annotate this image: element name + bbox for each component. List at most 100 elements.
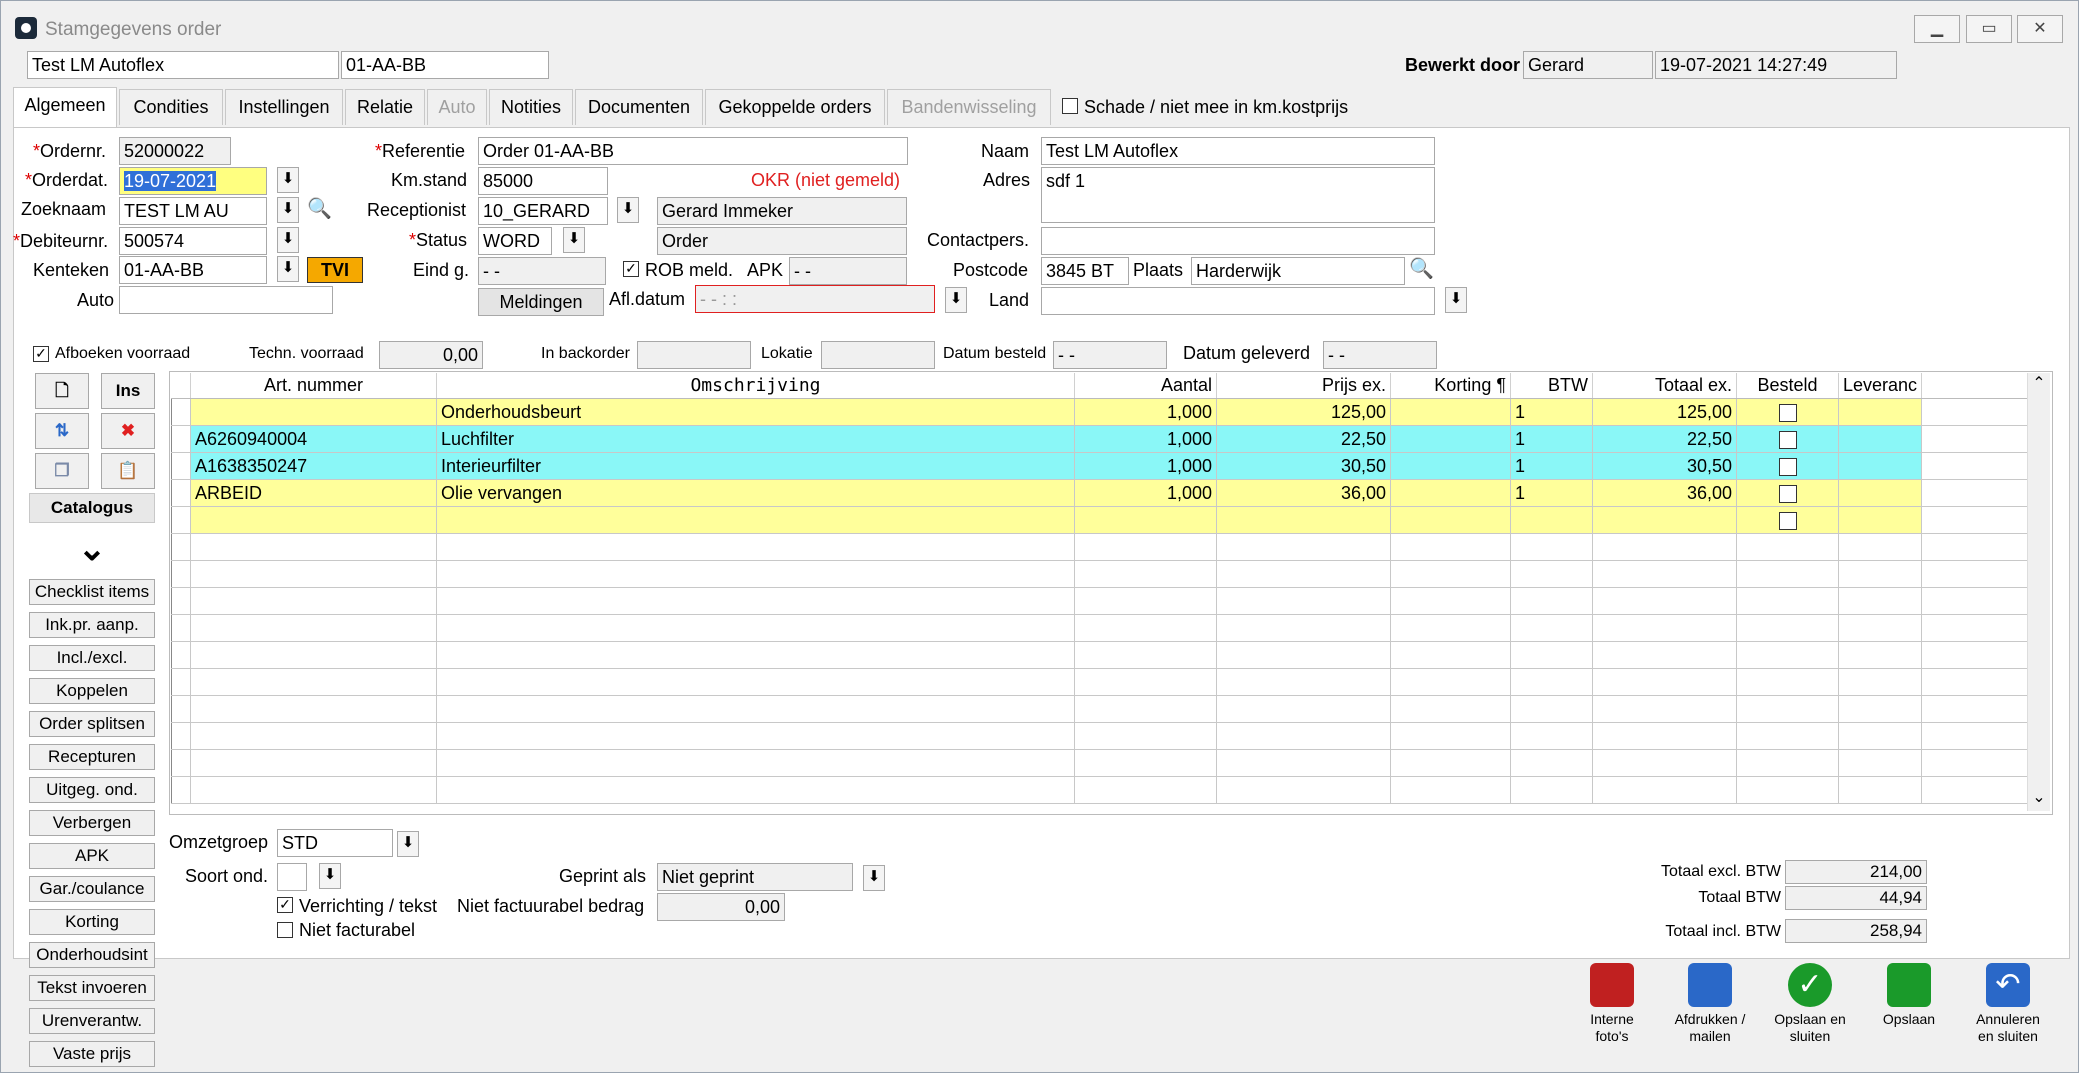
cell-korting[interactable] — [1390, 560, 1511, 588]
tvi-button[interactable]: TVI — [307, 257, 363, 283]
besteld-checkbox[interactable] — [1778, 403, 1797, 422]
cell-aantal[interactable] — [1074, 533, 1217, 561]
debiteurnr-field[interactable]: 500574 — [119, 227, 267, 255]
sidebar-button[interactable]: Ink.pr. aanp. — [29, 612, 155, 638]
sidebar-button[interactable]: Onderhoudsint — [29, 942, 155, 968]
cell-besteld[interactable] — [1736, 641, 1839, 669]
column-header[interactable]: Aantal — [1074, 373, 1217, 399]
table-row[interactable]: ARBEID Olie vervangen 1,000 36,00 1 36,00 — [171, 479, 2043, 507]
cell-besteld[interactable] — [1736, 479, 1839, 507]
cell-besteld[interactable] — [1736, 506, 1839, 534]
kmstand-field[interactable]: 85000 — [478, 167, 608, 195]
sidebar-button[interactable]: Koppelen — [29, 678, 155, 704]
column-header[interactable]: Omschrijving — [436, 373, 1075, 399]
cell-art[interactable] — [190, 722, 437, 750]
soort-field[interactable] — [277, 863, 307, 891]
cell-aantal[interactable] — [1074, 722, 1217, 750]
cell-totaal[interactable] — [1592, 722, 1737, 750]
table-row[interactable] — [171, 614, 2043, 642]
cell-art[interactable]: A6260940004 — [190, 425, 437, 453]
cell-besteld[interactable] — [1736, 722, 1839, 750]
cell-aantal[interactable] — [1074, 695, 1217, 723]
cell-btw[interactable] — [1510, 722, 1593, 750]
cell-leverancier[interactable] — [1838, 587, 1923, 615]
cell-btw[interactable] — [1510, 506, 1593, 534]
cell-leverancier[interactable] — [1838, 506, 1923, 534]
cell-art[interactable] — [190, 749, 437, 777]
plate-header-field[interactable]: 01-AA-BB — [341, 51, 549, 79]
grid-scrollbar[interactable]: ⌃ ⌄ — [2027, 373, 2050, 811]
cell-btw[interactable]: 1 — [1510, 425, 1593, 453]
cell-korting[interactable] — [1390, 749, 1511, 777]
delete-icon[interactable]: ✖ — [101, 413, 155, 449]
cell-aantal[interactable] — [1074, 506, 1217, 534]
cell-korting[interactable] — [1390, 425, 1511, 453]
cell-aantal[interactable] — [1074, 641, 1217, 669]
receptionist-dropdown-icon[interactable]: ⬇ — [617, 197, 639, 223]
tab-condities[interactable]: Condities — [119, 89, 223, 125]
omzetgroep-dropdown-icon[interactable]: ⬇ — [397, 831, 419, 857]
sort-icon[interactable]: ⇅ — [35, 413, 89, 449]
cell-aantal[interactable]: 1,000 — [1074, 452, 1217, 480]
tab-instellingen[interactable]: Instellingen — [225, 89, 343, 125]
cell-art[interactable] — [190, 506, 437, 534]
tab-gekoppelde-orders[interactable]: Gekoppelde orders — [705, 89, 885, 125]
cell-prijs[interactable] — [1216, 722, 1391, 750]
cell-totaal[interactable]: 22,50 — [1592, 425, 1737, 453]
table-row[interactable]: A1638350247 Interieurfilter 1,000 30,50 1 30,… — [171, 452, 2043, 480]
cell-korting[interactable] — [1390, 398, 1511, 426]
cell-btw[interactable] — [1510, 533, 1593, 561]
status-field[interactable]: WORD — [478, 227, 552, 255]
cell-besteld[interactable] — [1736, 776, 1839, 804]
sidebar-button[interactable]: Uitgeg. ond. — [29, 777, 155, 803]
cell-art[interactable] — [190, 560, 437, 588]
cell-oms[interactable] — [436, 506, 1075, 534]
cell-prijs[interactable] — [1216, 587, 1391, 615]
cell-oms[interactable] — [436, 614, 1075, 642]
verrichting-checkbox[interactable]: ✓ — [277, 897, 293, 913]
table-row[interactable] — [171, 506, 2043, 534]
cell-leverancier[interactable] — [1838, 425, 1923, 453]
receptionist-field[interactable]: 10_GERARD — [478, 197, 608, 225]
land-dropdown-icon[interactable]: ⬇ — [1445, 287, 1467, 313]
maximize-button[interactable]: ▭ — [1966, 15, 2012, 43]
copy-icon[interactable]: ❐ — [35, 453, 89, 489]
sidebar-button[interactable]: Order splitsen — [29, 711, 155, 737]
cell-besteld[interactable] — [1736, 425, 1839, 453]
table-row[interactable] — [171, 533, 2043, 561]
cell-btw[interactable]: 1 — [1510, 479, 1593, 507]
cell-totaal[interactable] — [1592, 506, 1737, 534]
cell-leverancier[interactable] — [1838, 695, 1923, 723]
expand-down-icon[interactable]: ⌄ — [29, 527, 155, 573]
customer-field[interactable]: Test LM Autoflex — [27, 51, 339, 79]
table-row[interactable] — [171, 722, 2043, 750]
cell-besteld[interactable] — [1736, 614, 1839, 642]
table-row[interactable] — [171, 560, 2043, 588]
kenteken-dropdown-icon[interactable]: ⬇ — [277, 256, 299, 282]
cell-oms[interactable] — [436, 533, 1075, 561]
column-header[interactable]: Totaal ex. — [1592, 373, 1737, 399]
column-header[interactable]: BTW — [1510, 373, 1593, 399]
damage-checkbox[interactable] — [1062, 98, 1078, 114]
cell-besteld[interactable] — [1736, 560, 1839, 588]
tab-relatie[interactable]: Relatie — [345, 89, 425, 125]
cell-btw[interactable]: 1 — [1510, 398, 1593, 426]
besteld-checkbox[interactable] — [1778, 511, 1797, 530]
minimize-button[interactable]: ▁ — [1914, 15, 1960, 43]
cell-totaal[interactable] — [1592, 776, 1737, 804]
cell-prijs[interactable] — [1216, 641, 1391, 669]
debiteurnr-dropdown-icon[interactable]: ⬇ — [277, 227, 299, 253]
cell-aantal[interactable] — [1074, 560, 1217, 588]
cell-aantal[interactable]: 1,000 — [1074, 425, 1217, 453]
cell-korting[interactable] — [1390, 668, 1511, 696]
cell-totaal[interactable] — [1592, 533, 1737, 561]
niet-facturabel-checkbox[interactable] — [277, 922, 293, 938]
afboeken-checkbox[interactable]: ✓ — [33, 346, 49, 362]
cell-prijs[interactable] — [1216, 560, 1391, 588]
status-dropdown-icon[interactable]: ⬇ — [563, 227, 585, 253]
besteld-checkbox[interactable] — [1778, 457, 1797, 476]
cell-besteld[interactable] — [1736, 668, 1839, 696]
cell-prijs[interactable] — [1216, 614, 1391, 642]
cell-prijs[interactable] — [1216, 668, 1391, 696]
search-icon[interactable]: 🔍 — [307, 197, 333, 223]
